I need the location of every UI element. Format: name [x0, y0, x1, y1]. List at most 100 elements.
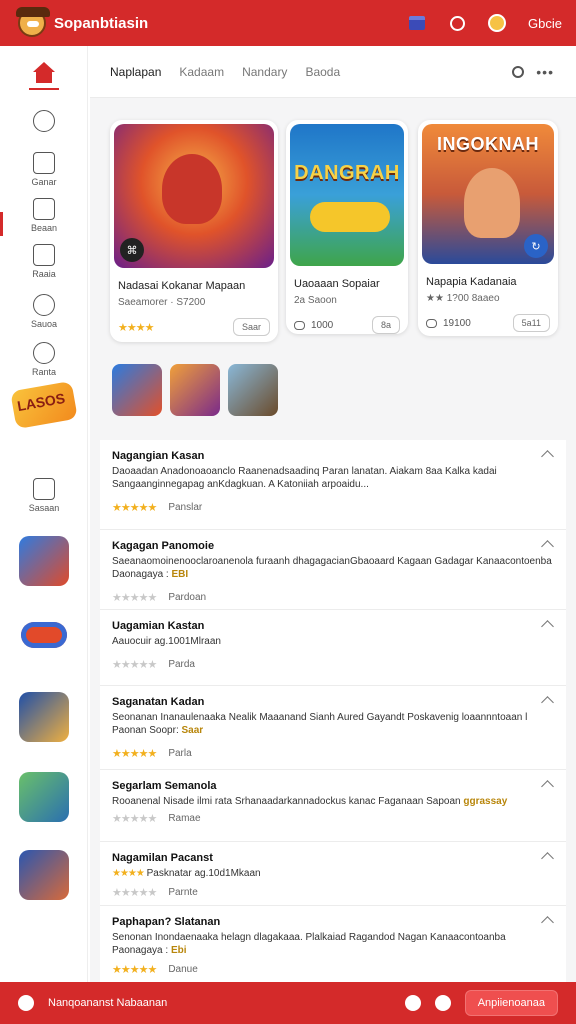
game-avatar-icon [19, 692, 69, 742]
card-action-button[interactable]: 5a11 [512, 314, 550, 332]
item-label: Pardoan [168, 592, 207, 603]
search-icon[interactable] [512, 65, 525, 78]
item-title: Segarlam Semanola [112, 780, 217, 792]
settings-icon[interactable] [404, 995, 421, 1011]
card-action-button[interactable]: Saar [232, 318, 270, 336]
side-nav-rail: Ganar Beaan Raaia Sauoa Ranta LASOS Sasa… [0, 46, 88, 982]
rail-promo-badge[interactable]: LASOS [0, 382, 88, 428]
rail-item-link[interactable] [0, 110, 88, 132]
list-item[interactable]: Nagamilan Pacanst ★★★★ Pasknatar ag.10d1… [100, 842, 566, 906]
list-item[interactable]: Paphapan? Slatanan Senonan Inondaenaaka … [100, 906, 566, 982]
character-figure [162, 154, 222, 224]
rail-label: Raaia [32, 269, 56, 279]
game-avatar-icon [19, 536, 69, 586]
active-indicator [29, 88, 59, 90]
search-icon[interactable] [448, 14, 466, 32]
rail-game-4[interactable] [0, 772, 88, 822]
featured-card[interactable]: ⌘ Nadasai Kokanar Mapaan Saeamorer · S72… [110, 120, 278, 342]
gift-icon[interactable] [408, 14, 426, 32]
item-description: Daoaadan Anadonoaoanclo Raanenadsaadinq … [112, 466, 497, 490]
game-cover-image: DANGRAH [290, 124, 404, 266]
list-item[interactable]: Nagangian Kasan Daoaadan Anadonoaoanclo … [100, 440, 566, 530]
rail-item-sasaan[interactable]: Sasaan [0, 478, 88, 513]
game-thumbnail[interactable] [170, 364, 220, 416]
item-label: Parla [168, 748, 192, 759]
app-logo-icon[interactable] [16, 7, 50, 37]
rail-game-1[interactable] [0, 536, 88, 586]
chat-icon[interactable] [434, 995, 451, 1011]
bottom-bar: Nanqoananst Nabaanan Anpiienoanaa [0, 982, 576, 1024]
item-title: Paphapan? Slatanan [112, 916, 221, 928]
vehicle-figure [310, 202, 390, 232]
compass-icon [33, 342, 55, 364]
tab-bar: Naplapan Kadaam Nandary Baoda ••• [90, 46, 576, 98]
rail-game-3[interactable] [0, 692, 88, 742]
main-content: Naplapan Kadaam Nandary Baoda ••• ⌘ Nada… [90, 46, 576, 982]
item-description: Saeanaomoinenooclaroanenola furaanh dhag… [112, 556, 552, 580]
list-item[interactable]: Kagagan Panomoie Saeanaomoinenooclaroane… [100, 530, 566, 610]
list-item[interactable]: Segarlam Semanola Rooanenal Nisade ilmi … [100, 770, 566, 842]
rail-item-raaia[interactable]: Raaia [0, 244, 88, 279]
rocket-icon [21, 622, 67, 648]
item-label: Panslar [168, 502, 203, 513]
list-item[interactable]: Saganatan Kadan Seonanan Inanaulenaaka N… [100, 686, 566, 770]
list-item[interactable]: Uagamian Kastan Aauocuir ag.1001Mlraan ★… [100, 610, 566, 686]
character-figure [464, 168, 520, 238]
card-subtitle: 2a Saoon [294, 295, 337, 306]
game-thumbnail[interactable] [228, 364, 278, 416]
card-subtitle: ★★ 1?00 8aaeo [426, 293, 500, 304]
item-title: Nagamilan Pacanst [112, 852, 213, 864]
rail-item-ganar[interactable]: Ganar [0, 152, 88, 187]
chart-icon [33, 244, 55, 266]
promo-badge-logo: LASOS [13, 382, 75, 428]
tab-1[interactable]: Kadaam [179, 65, 224, 79]
card-meta: 1000 [311, 319, 334, 331]
item-description: Seonanan Inanaulenaaka Nealik Maaanand S… [112, 712, 528, 736]
item-label: Ramae [168, 813, 201, 824]
item-title: Nagangian Kasan [112, 450, 205, 462]
game-cover-image: ⌘ [114, 124, 274, 268]
item-label: Parnte [168, 887, 198, 898]
card-title: Napapia Kadanaia [426, 276, 517, 288]
tab-3[interactable]: Baoda [305, 65, 340, 79]
rail-item-beaan[interactable]: Beaan [0, 198, 88, 233]
item-label: Parda [168, 659, 195, 670]
rating-stars: ★★★★★ [112, 502, 157, 514]
user-name[interactable]: Gbcie [528, 16, 562, 31]
item-description: Aauocuir ag.1001Mlraan [112, 636, 221, 647]
game-cover-image: INGOKNAH ↻ [422, 124, 554, 264]
game-thumbnail[interactable] [112, 364, 162, 416]
rail-game-2[interactable] [0, 622, 88, 648]
rail-label: Ranta [31, 367, 57, 377]
rating-stars: ★★★★★ [112, 813, 157, 825]
coin-icon[interactable] [488, 14, 507, 32]
rail-item-sauoa[interactable]: Sauoa [0, 294, 88, 329]
rail-label: Ganar [31, 177, 57, 187]
more-icon[interactable]: ••• [536, 64, 554, 80]
card-action-button[interactable]: 8a [371, 316, 400, 334]
featured-games: ⌘ Nadasai Kokanar Mapaan Saeamorer · S72… [110, 120, 560, 342]
rail-item-ranta[interactable]: Ranta [0, 342, 88, 377]
tab-2[interactable]: Nandary [242, 65, 287, 79]
item-title: Uagamian Kastan [112, 620, 205, 632]
item-title: Kagagan Panomoie [112, 540, 215, 552]
game-avatar-icon [19, 850, 69, 900]
clock-icon [33, 294, 55, 316]
rating-stars: ★★★★★ [112, 592, 157, 604]
rating-stars: ★★★★★ [112, 659, 157, 671]
game-avatar-icon [19, 772, 69, 822]
top-actions: Gbcie [408, 14, 562, 32]
rail-home[interactable] [0, 62, 88, 90]
card-title: Uaoaaan Sopaiar [294, 278, 380, 290]
link-icon [33, 110, 55, 132]
rail-game-5[interactable] [0, 850, 88, 900]
item-title: Saganatan Kadan [112, 696, 205, 708]
tab-0[interactable]: Naplapan [110, 65, 161, 79]
primary-action-button[interactable]: Anpiienoanaa [464, 990, 558, 1016]
rail-label: Sasaan [28, 503, 60, 513]
home-icon [32, 62, 56, 84]
featured-card[interactable]: INGOKNAH ↻ Napapia Kadanaia ★★ 1?00 8aae… [418, 120, 558, 336]
featured-card[interactable]: DANGRAH Uaoaaan Sopaiar 2a Saoon 1000 8a [286, 120, 408, 334]
rating-stars: ★★★★★ [112, 964, 157, 976]
rating-stars: ★★★★ [118, 321, 154, 334]
